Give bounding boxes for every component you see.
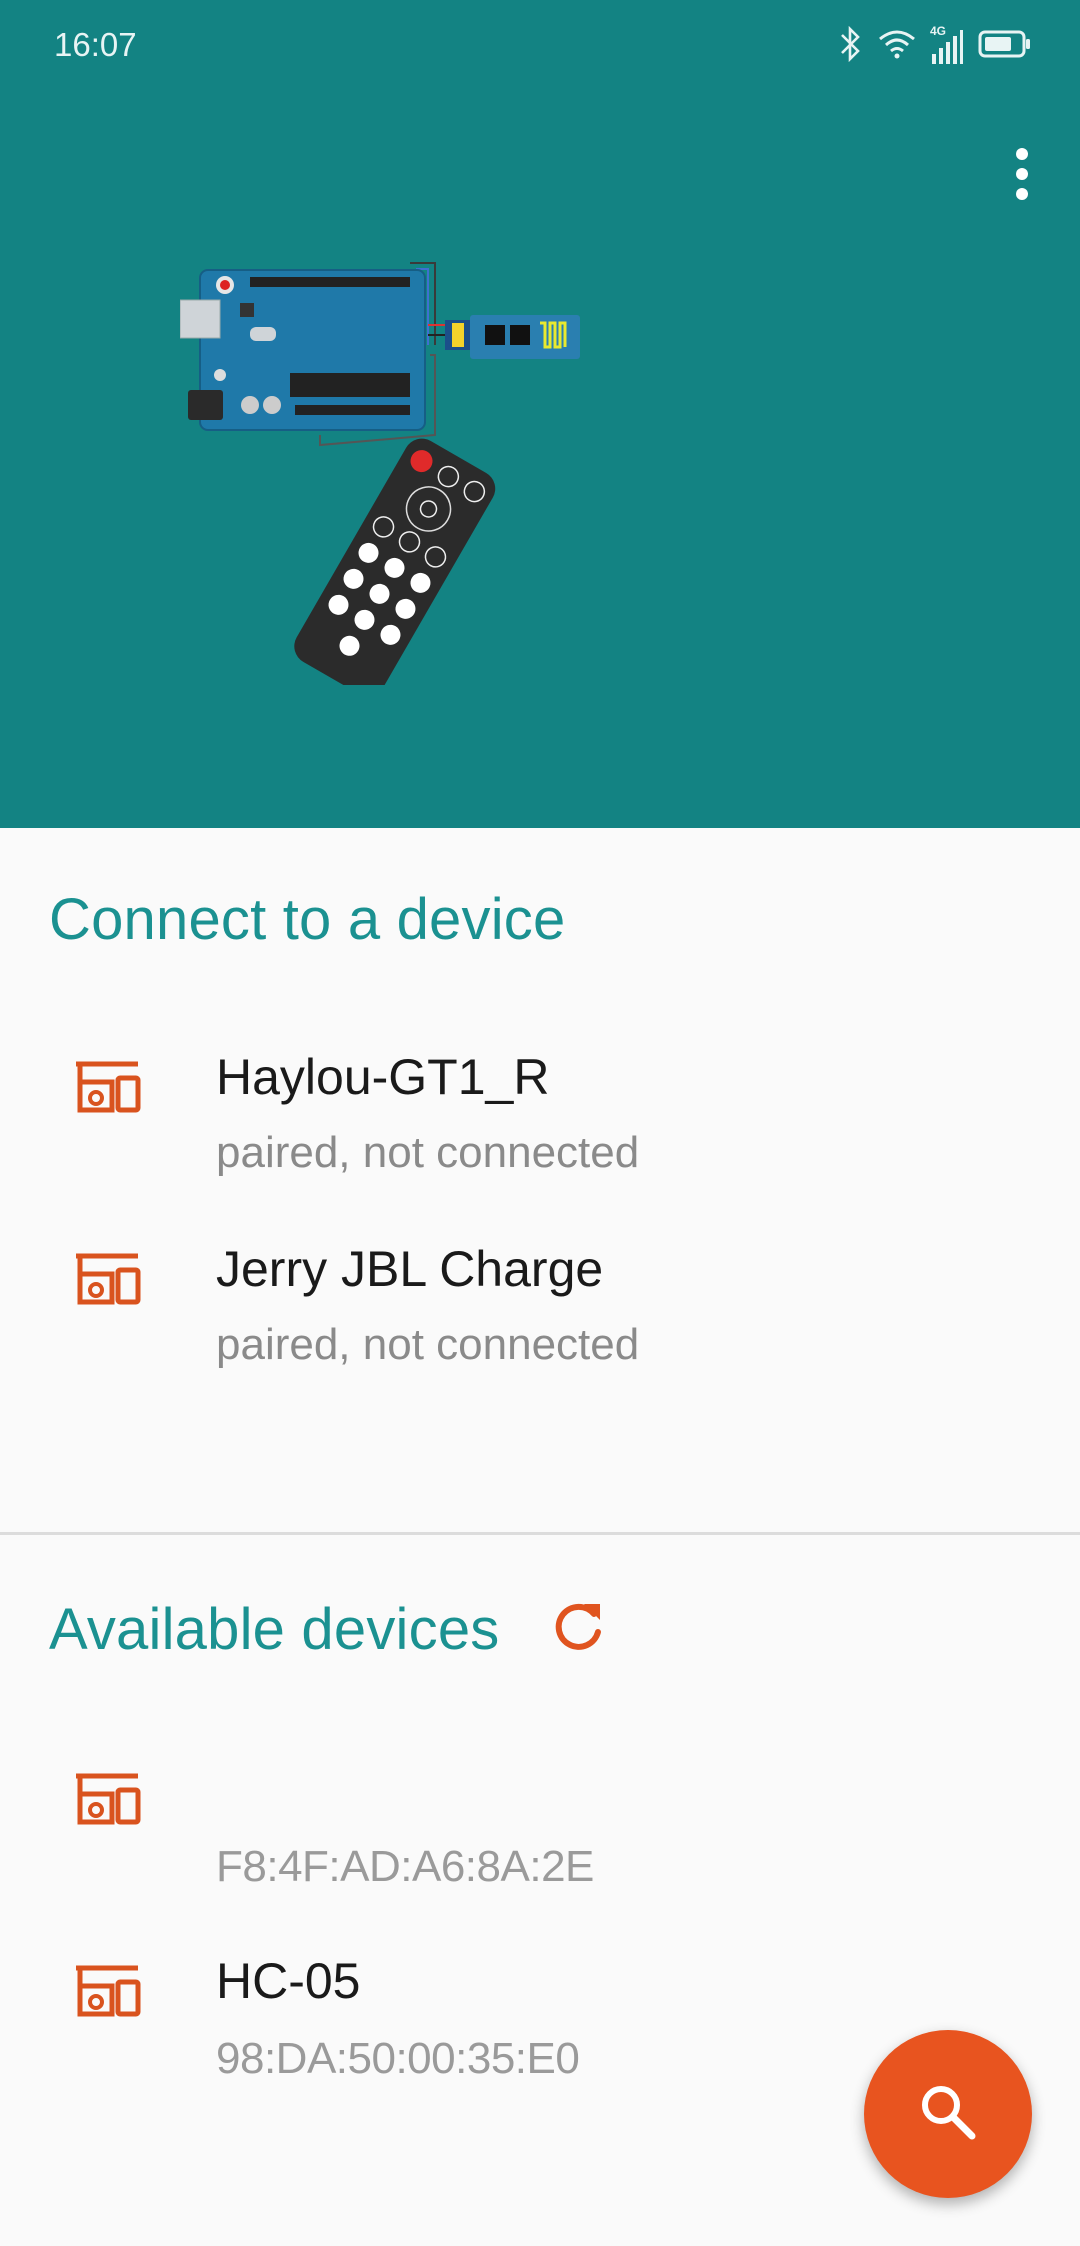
paired-section-title: Connect to a device	[49, 887, 566, 952]
arduino-bluetooth-remote-illustration	[179, 255, 580, 697]
bluetooth-icon	[838, 25, 864, 67]
status-bar: 16:07 4G	[0, 0, 1080, 92]
battery-icon	[978, 30, 1032, 63]
device-address: F8:4F:AD:A6:8A:2E	[216, 1842, 594, 1891]
cellular-signal-icon: 4G	[930, 24, 964, 66]
devices-icon	[72, 1964, 142, 2018]
device-address: 98:DA:50:00:35:E0	[216, 2034, 580, 2083]
device-name: HC-05	[216, 1953, 361, 2009]
more-vert-icon	[1012, 146, 1032, 207]
refresh-button[interactable]	[548, 1598, 608, 1658]
paired-device-row[interactable]: Jerry JBL Charge paired, not connected	[0, 1232, 1080, 1402]
device-name: Jerry JBL Charge	[216, 1241, 604, 1297]
paired-device-row[interactable]: Haylou-GT1_R paired, not connected	[0, 1040, 1080, 1210]
refresh-icon	[548, 1603, 608, 1662]
devices-icon	[72, 1772, 142, 1826]
app-header: 16:07 4G	[0, 0, 1080, 828]
status-time: 16:07	[54, 26, 137, 63]
section-divider	[0, 1532, 1080, 1535]
devices-icon	[72, 1252, 142, 1306]
search-icon	[916, 2080, 980, 2149]
overflow-menu-button[interactable]	[988, 142, 1056, 210]
devices-icon	[72, 1060, 142, 1114]
status-icons: 4G	[838, 24, 1032, 68]
available-device-row[interactable]: F8:4F:AD:A6:8A:2E	[0, 1752, 1080, 1922]
device-status: paired, not connected	[216, 1320, 640, 1369]
available-section-title: Available devices	[49, 1597, 500, 1662]
device-name: Haylou-GT1_R	[216, 1049, 550, 1105]
scan-fab-button[interactable]	[864, 2030, 1032, 2198]
wifi-icon	[878, 29, 916, 64]
device-status: paired, not connected	[216, 1128, 640, 1177]
